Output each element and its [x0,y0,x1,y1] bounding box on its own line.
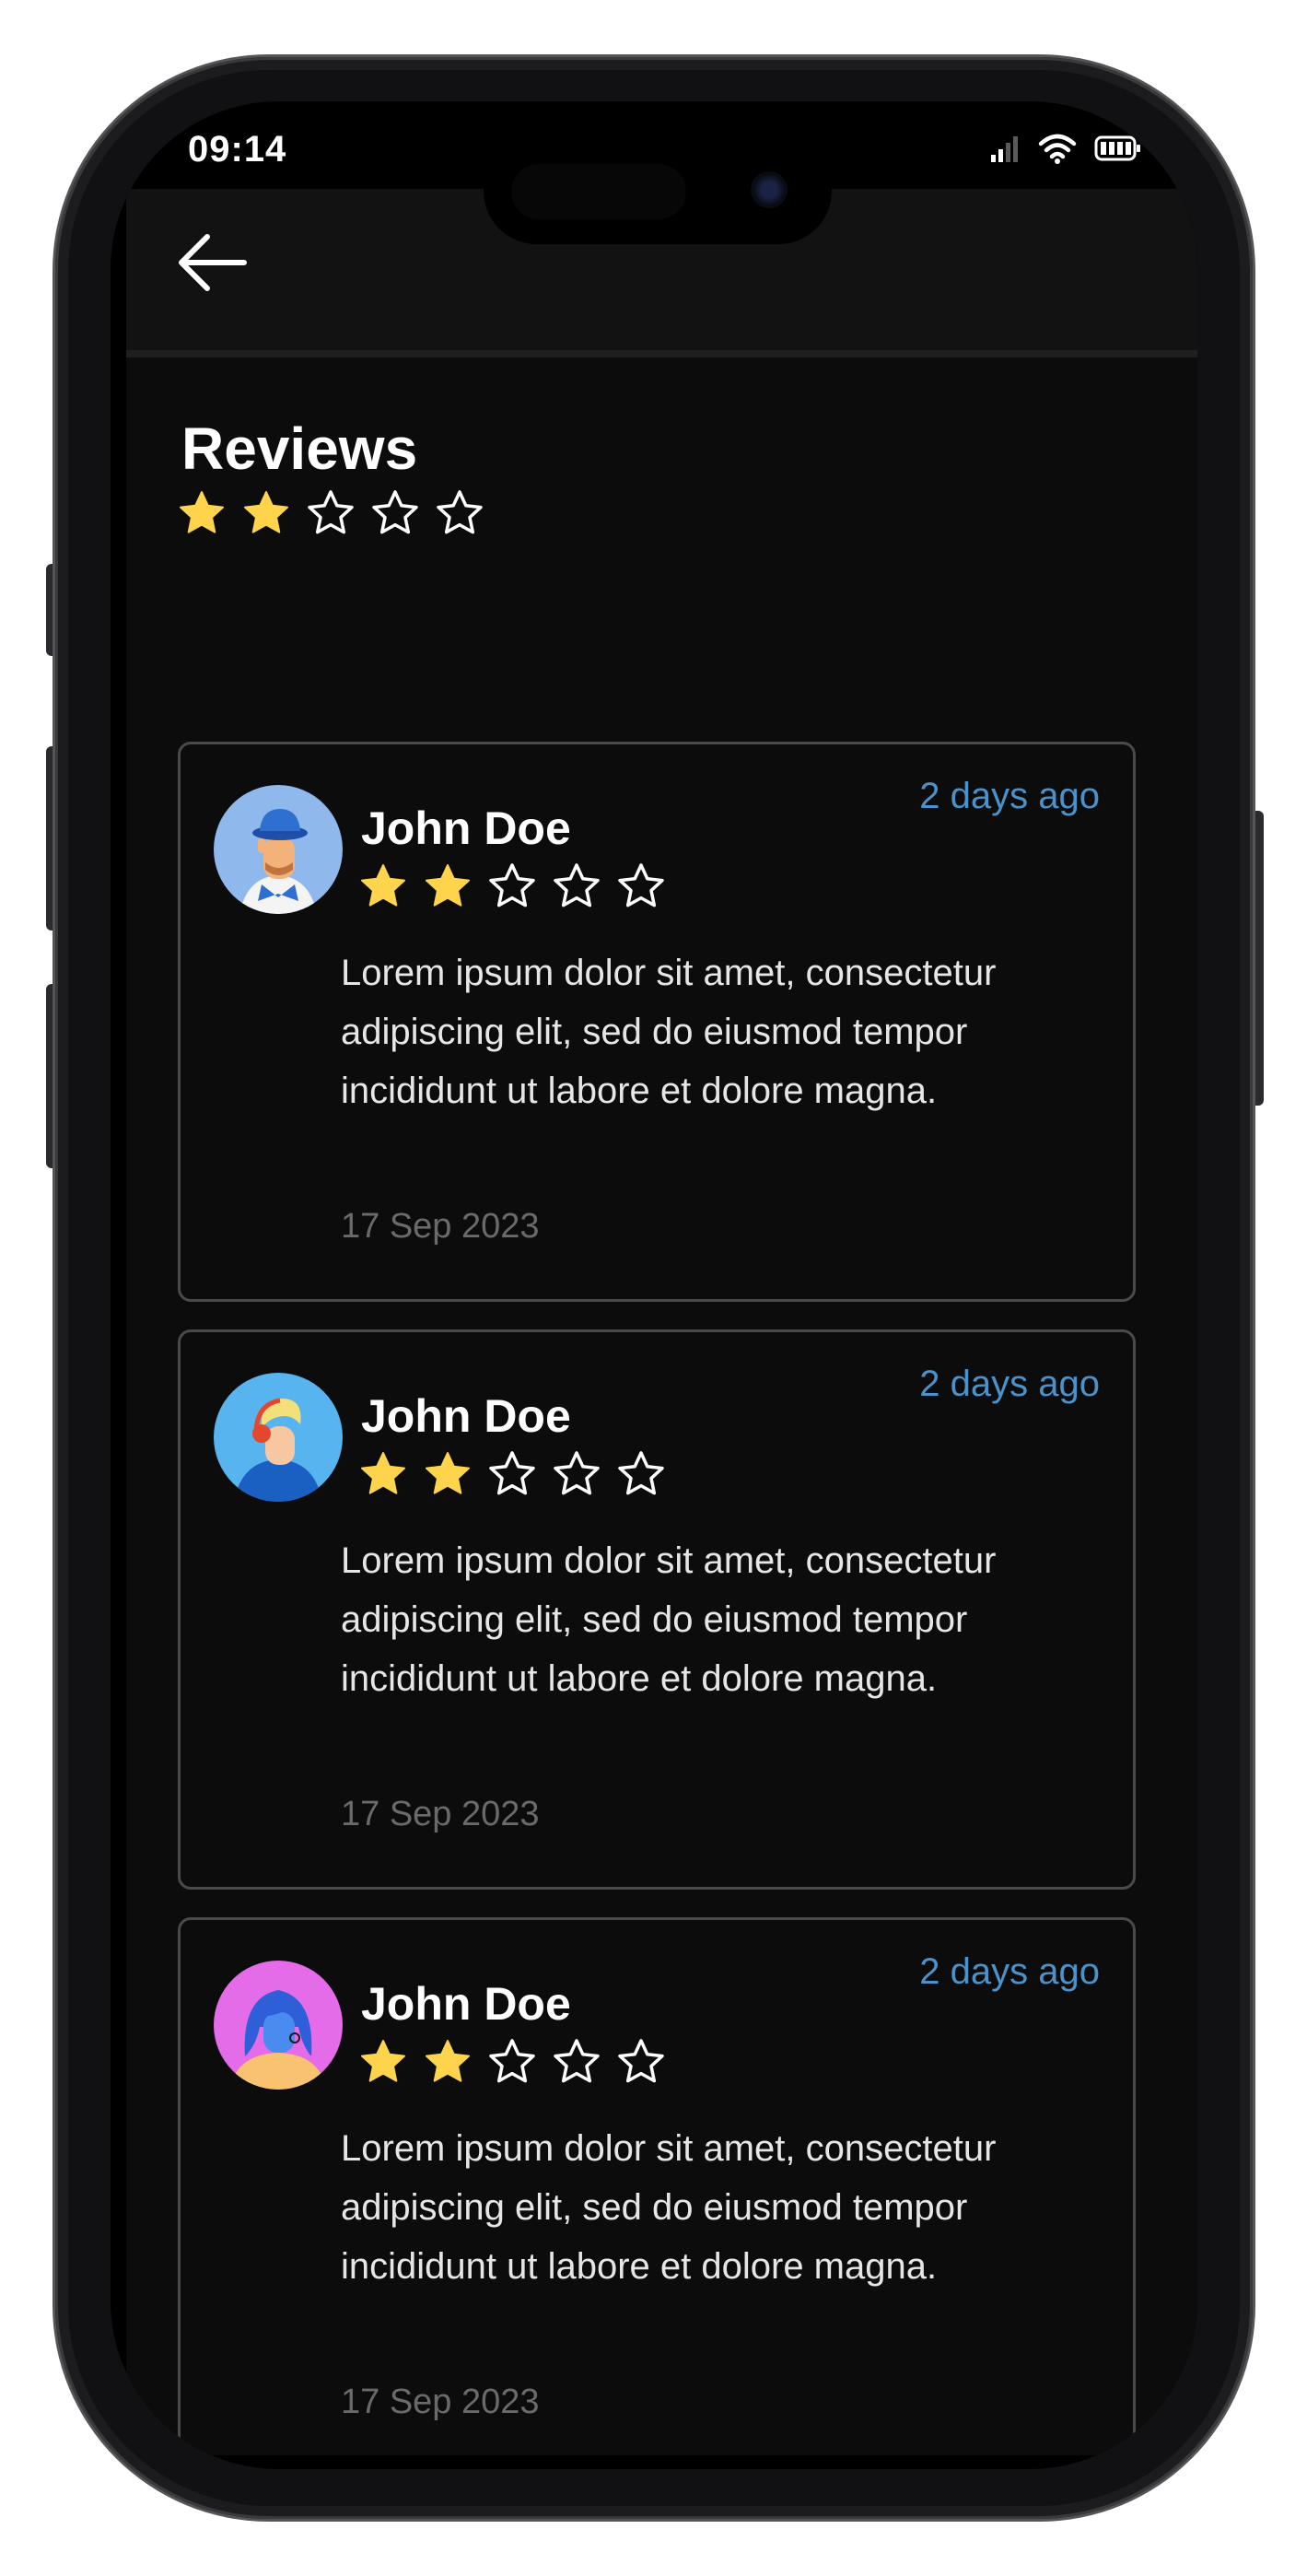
review-text: Lorem ipsum dolor sit amet, consectetur … [341,953,997,1111]
arrow-left-icon [179,234,247,291]
avatar [214,785,343,914]
star-outline-icon [489,2039,535,2083]
avatar [214,1373,343,1502]
phone-screen: 09:14 Reviews John Doe 2 days ago Lorem … [111,101,1197,2469]
man-blue-hat-avatar-icon [214,785,343,914]
review-rating-stars [359,2038,665,2086]
overall-rating-stars [178,489,484,537]
star-filled-icon [180,491,224,533]
star-outline-icon [618,1451,664,1495]
reviewer-name: John Doe [361,1390,571,1442]
star-filled-icon [361,1452,405,1494]
review-rating-stars [359,862,665,910]
star-outline-icon [554,863,600,907]
front-camera-icon [751,171,788,208]
review-time-ago: 2 days ago [919,776,1100,816]
star-filled-icon [244,491,288,533]
signal-icon [991,136,1018,162]
man-headphones-avatar-icon [214,1373,343,1502]
review-date: 17 Sep 2023 [341,1207,540,1246]
page-title: Reviews [181,416,418,482]
star-outline-icon [618,2039,664,2083]
star-filled-icon [361,864,405,907]
reviews-screen: Reviews John Doe 2 days ago Lorem ipsum [126,189,1197,2455]
star-outline-icon [489,1451,535,1495]
star-outline-icon [437,490,483,534]
back-button[interactable] [172,226,264,299]
review-rating-stars [359,1450,665,1498]
star-filled-icon [361,2040,405,2082]
review-text: Lorem ipsum dolor sit amet, consectetur … [341,1540,997,1699]
dynamic-island [484,138,832,244]
review-time-ago: 2 days ago [919,1364,1100,1404]
review-text: Lorem ipsum dolor sit amet, consectetur … [341,2128,997,2287]
review-date: 17 Sep 2023 [341,1795,540,1833]
reviewer-name: John Doe [361,1978,571,2030]
battery-icon [1094,135,1140,161]
power-button [1251,811,1264,1106]
star-outline-icon [308,490,354,534]
status-icons [989,133,1142,164]
star-filled-icon [426,1452,470,1494]
wifi-icon [1038,134,1077,164]
review-card: John Doe 2 days ago Lorem ipsum dolor si… [178,742,1136,1302]
star-outline-icon [554,2039,600,2083]
review-card: John Doe 2 days ago Lorem ipsum dolor si… [178,1329,1136,1890]
review-time-ago: 2 days ago [919,1951,1100,1992]
star-filled-icon [426,2040,470,2082]
review-card: John Doe 2 days ago Lorem ipsum dolor si… [178,1917,1136,2455]
star-outline-icon [489,863,535,907]
woman-blue-hair-avatar-icon [214,1961,343,2090]
review-date: 17 Sep 2023 [341,2383,540,2421]
star-outline-icon [372,490,418,534]
star-outline-icon [554,1451,600,1495]
reviewer-name: John Doe [361,802,571,854]
star-filled-icon [426,864,470,907]
status-time: 09:14 [188,129,287,170]
avatar [214,1961,343,2090]
star-outline-icon [618,863,664,907]
island-sensor [511,164,686,219]
